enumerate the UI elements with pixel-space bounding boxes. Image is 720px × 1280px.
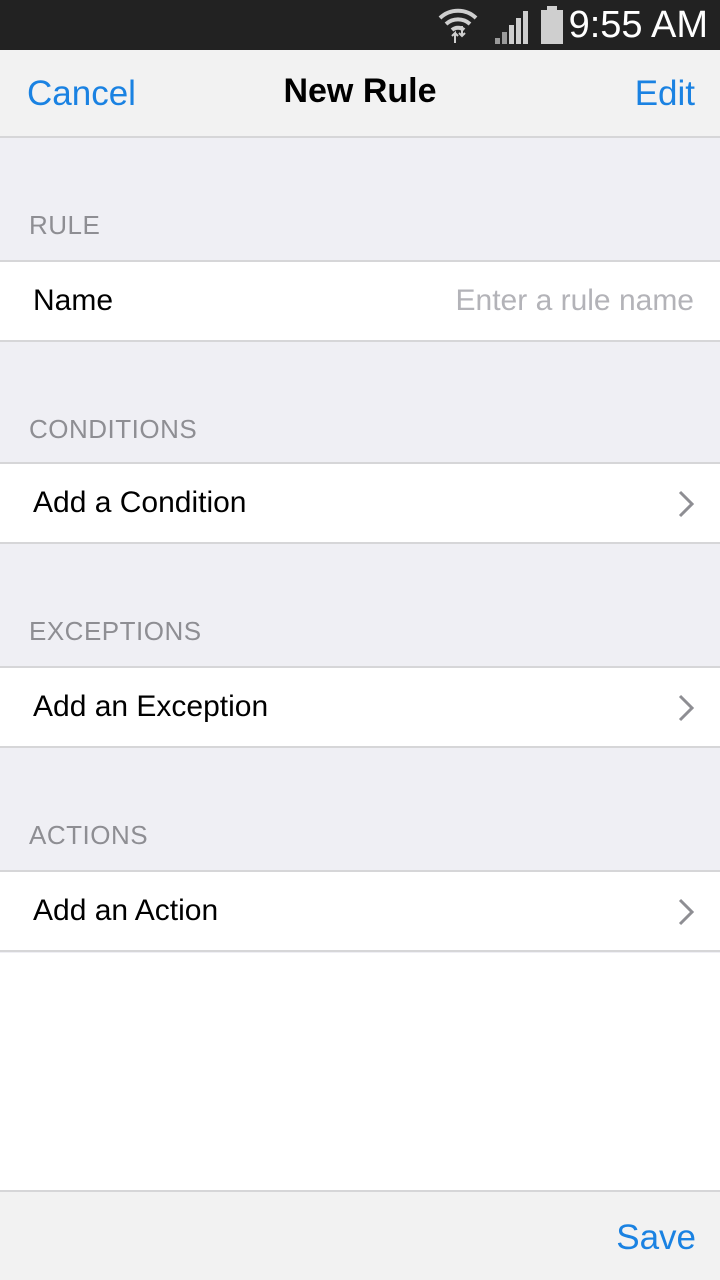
add-exception-row[interactable]: Add an Exception xyxy=(0,666,720,748)
rule-name-input[interactable] xyxy=(354,278,694,324)
section-header-exceptions: EXCEPTIONS xyxy=(29,616,202,646)
page-title: New Rule xyxy=(283,72,437,110)
add-condition-row[interactable]: Add a Condition xyxy=(0,462,720,544)
wifi-icon xyxy=(438,8,478,43)
name-label: Name xyxy=(33,284,114,317)
add-condition-label: Add a Condition xyxy=(33,486,247,519)
section-header-actions: ACTIONS xyxy=(29,820,149,850)
chevron-right-icon xyxy=(678,490,695,518)
chevron-right-icon xyxy=(678,898,695,926)
status-time: 9:55 AM xyxy=(568,4,708,46)
status-bar: 9:55 AM xyxy=(0,0,720,50)
nav-bar: Cancel New Rule Edit xyxy=(0,50,720,138)
save-button[interactable]: Save xyxy=(616,1218,696,1258)
bottom-toolbar: Save xyxy=(0,1190,720,1280)
add-exception-label: Add an Exception xyxy=(33,690,269,723)
edit-button[interactable]: Edit xyxy=(635,74,695,114)
signal-icon xyxy=(495,11,528,44)
section-header-rule: RULE xyxy=(29,210,101,240)
rule-form: RULE Name CONDITIONS Add a Condition EXC… xyxy=(0,138,720,953)
screen: 9:55 AM Cancel New Rule Edit RULE Name C… xyxy=(0,0,720,1280)
section-header-conditions: CONDITIONS xyxy=(29,414,198,444)
chevron-right-icon xyxy=(678,694,695,722)
add-action-row[interactable]: Add an Action xyxy=(0,870,720,952)
add-action-label: Add an Action xyxy=(33,894,219,927)
battery-icon xyxy=(541,6,563,44)
name-row[interactable]: Name xyxy=(0,260,720,342)
